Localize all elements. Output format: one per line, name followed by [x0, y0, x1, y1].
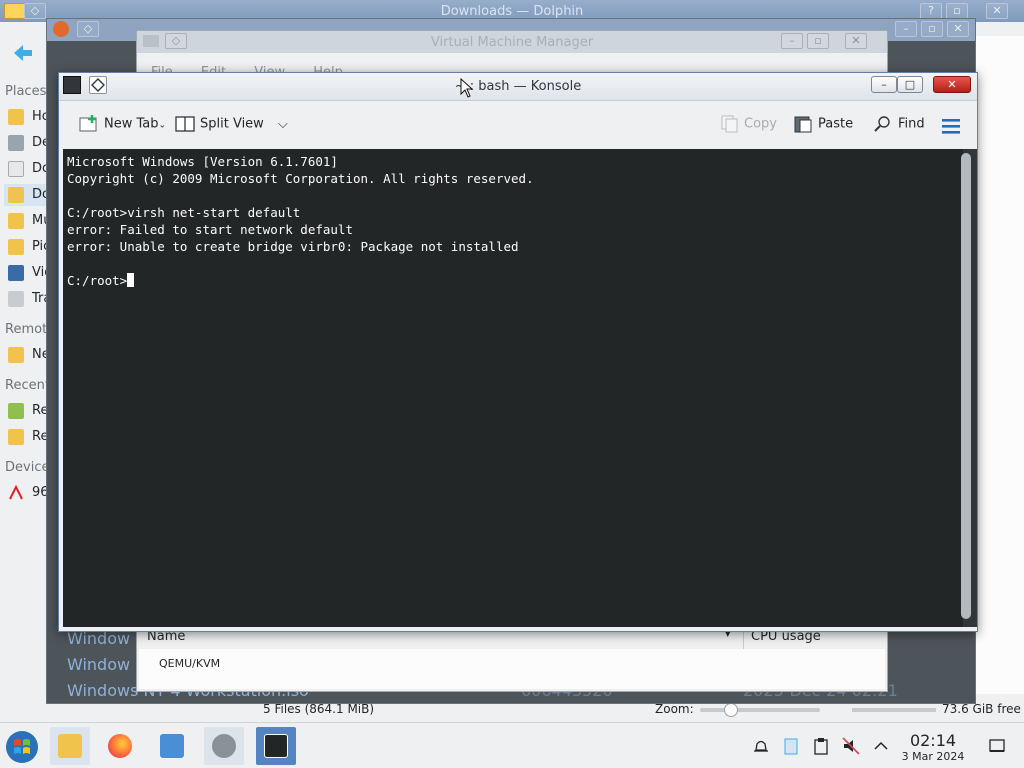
- clock-date: 3 Mar 2024: [901, 750, 965, 763]
- konsole-minimize-button[interactable]: –: [871, 76, 897, 93]
- firefox-icon: [108, 734, 132, 758]
- zoom-slider[interactable]: [700, 703, 820, 717]
- dolphin-title: Downloads — Dolphin: [440, 4, 584, 19]
- folder-music-icon: [8, 213, 24, 229]
- terminal-icon: [264, 734, 288, 758]
- volume-muted-icon[interactable]: [842, 737, 860, 755]
- dolphin-maximize-button[interactable]: ▫: [946, 3, 968, 19]
- folder-downloads-icon: [8, 187, 24, 203]
- recent-header: Recent: [5, 378, 50, 393]
- recent-locations-icon: [8, 429, 24, 445]
- scrollbar-thumb[interactable]: [961, 153, 971, 619]
- konsole-title: ~ : bash — Konsole: [454, 79, 582, 94]
- drive-icon: [8, 484, 24, 501]
- firefox-pin-icon[interactable]: ◇: [77, 21, 99, 37]
- terminal-output[interactable]: Microsoft Windows [Version 6.1.7601] Cop…: [63, 149, 963, 627]
- new-tab-icon: [79, 115, 99, 133]
- terminal-prompt: C:/root>: [67, 273, 128, 288]
- system-tray-expand-icon[interactable]: [872, 737, 890, 755]
- taskbar-virt-manager[interactable]: [204, 727, 244, 765]
- folder-icon: [58, 734, 82, 758]
- firefox-maximize-button[interactable]: ▫: [921, 21, 943, 37]
- places-header: Places: [5, 84, 47, 99]
- search-icon: [873, 115, 893, 133]
- konsole-close-button[interactable]: ✕: [933, 76, 971, 93]
- copy-icon: [719, 115, 739, 133]
- taskbar-file-manager[interactable]: [50, 727, 90, 765]
- trash-icon: [8, 291, 24, 307]
- terminal-prompt-line[interactable]: C:/root>: [67, 272, 959, 289]
- hamburger-menu-icon[interactable]: [941, 117, 961, 135]
- terminal-cursor: [127, 273, 135, 287]
- document-icon: [8, 161, 24, 177]
- taskbar: 02:14 3 Mar 2024: [0, 722, 1024, 768]
- split-view-chevron-down-icon[interactable]: ⌵: [278, 117, 288, 132]
- konsole-maximize-button[interactable]: □: [897, 76, 923, 93]
- konsole-titlebar[interactable]: ~ : bash — Konsole – □ ✕: [59, 73, 977, 101]
- places-panel: Places Ho De Do Do Mu Pic Vid Tra Remote…: [0, 82, 64, 702]
- desktop-icon: [8, 135, 24, 151]
- konsole-window: ~ : bash — Konsole – □ ✕ New Tab⌄ Split …: [58, 72, 978, 632]
- taskbar-virt-settings[interactable]: [152, 727, 192, 765]
- terminal-line: Microsoft Windows [Version 6.1.7601]: [67, 154, 338, 169]
- clipboard-manager-icon[interactable]: [782, 737, 800, 755]
- digital-clock[interactable]: 02:14 3 Mar 2024: [898, 731, 968, 763]
- split-view-icon: [175, 115, 195, 133]
- dolphin-close-button[interactable]: ✕: [986, 3, 1008, 19]
- folder-pictures-icon: [8, 239, 24, 255]
- free-space-label: 73.6 GiB free: [942, 702, 1021, 716]
- notifications-bell-icon[interactable]: [752, 737, 770, 755]
- terminal-line: Copyright (c) 2009 Microsoft Corporation…: [67, 171, 534, 186]
- folder-home-icon: [8, 109, 24, 125]
- vmm-connection-row[interactable]: QEMU/KVM: [139, 649, 885, 689]
- clock-time: 02:14: [909, 731, 957, 750]
- help-button[interactable]: ?: [920, 3, 942, 19]
- vmm-maximize-button[interactable]: ▫: [807, 33, 829, 49]
- new-tab-button[interactable]: New Tab⌄: [79, 115, 166, 137]
- terminal-line: error: Failed to start network default: [67, 222, 353, 237]
- taskbar-konsole[interactable]: [256, 727, 296, 765]
- terminal-line: error: Unable to create bridge virbr0: P…: [67, 239, 519, 254]
- paste-button[interactable]: Paste: [793, 115, 853, 137]
- start-menu-button[interactable]: [4, 729, 40, 765]
- find-button[interactable]: Find: [873, 115, 925, 137]
- dolphin-pin-icon[interactable]: ◇: [24, 3, 46, 19]
- dropdown-indicator-icon: ⌄: [158, 120, 167, 131]
- dolphin-view-edge: [975, 36, 1024, 694]
- connection-name: QEMU/KVM: [159, 657, 221, 670]
- network-folder-icon: [8, 347, 24, 363]
- video-icon: [8, 265, 24, 281]
- paste-icon: [793, 115, 813, 133]
- recent-files-icon: [8, 403, 24, 419]
- dolphin-app-icon[interactable]: [4, 3, 26, 19]
- terminal-line: C:/root>virsh net-start default: [67, 205, 301, 220]
- firefox-close-button[interactable]: ✕: [947, 21, 969, 37]
- show-desktop-icon[interactable]: [988, 737, 1006, 755]
- split-view-button[interactable]: Split View ⌵: [175, 115, 288, 137]
- virt-manager-icon: [212, 734, 236, 758]
- clipboard-icon[interactable]: [812, 737, 830, 755]
- konsole-toolbar: New Tab⌄ Split View ⌵ Copy Paste Find: [59, 101, 977, 149]
- vmm-title: Virtual Machine Manager: [430, 35, 594, 50]
- vmm-titlebar[interactable]: ◇ Virtual Machine Manager – ▫ ✕: [137, 31, 887, 53]
- back-arrow-icon[interactable]: [12, 42, 34, 64]
- firefox-icon: [53, 21, 69, 37]
- vmm-close-button[interactable]: ✕: [845, 33, 867, 49]
- vmm-minimize-button[interactable]: –: [781, 33, 803, 49]
- virt-settings-icon: [160, 734, 184, 758]
- copy-button[interactable]: Copy: [719, 115, 777, 137]
- free-space-bar: [852, 708, 936, 712]
- firefox-minimize-button[interactable]: –: [895, 21, 917, 37]
- mouse-cursor-icon: [460, 77, 474, 98]
- taskbar-firefox[interactable]: [100, 727, 140, 765]
